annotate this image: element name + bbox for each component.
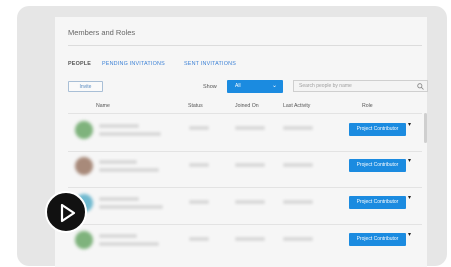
redacted-status bbox=[189, 126, 209, 130]
column-header-role[interactable]: Role bbox=[362, 103, 373, 109]
avatar bbox=[75, 231, 93, 249]
show-filter-select[interactable]: All ⌄ bbox=[227, 80, 283, 93]
video-play-button[interactable] bbox=[45, 191, 87, 233]
redacted-email bbox=[99, 168, 159, 172]
redacted-last-activity bbox=[283, 237, 313, 241]
search-icon[interactable] bbox=[417, 83, 424, 90]
row-divider bbox=[68, 151, 422, 152]
redacted-last-activity bbox=[283, 126, 313, 130]
redacted-name bbox=[99, 234, 137, 238]
tab-people[interactable]: PEOPLE bbox=[68, 61, 91, 67]
redacted-name bbox=[99, 124, 139, 128]
role-select-button[interactable]: Project Contributor bbox=[349, 196, 406, 209]
play-icon bbox=[60, 203, 76, 223]
chevron-down-icon: ⌄ bbox=[271, 83, 277, 89]
invite-button[interactable]: Invite bbox=[68, 81, 103, 92]
redacted-email bbox=[99, 205, 163, 209]
page-title: Members and Roles bbox=[68, 28, 136, 37]
chevron-down-icon[interactable]: ▾ bbox=[408, 194, 411, 201]
tab-sent-invitations[interactable]: SENT INVITATIONS bbox=[184, 61, 236, 67]
redacted-name bbox=[99, 197, 139, 201]
tab-pending-invitations[interactable]: PENDING INVITATIONS bbox=[102, 61, 165, 67]
role-select-button[interactable]: Project Contributor bbox=[349, 123, 406, 136]
row-divider bbox=[68, 224, 422, 225]
role-select-button[interactable]: Project Contributor bbox=[349, 159, 406, 172]
redacted-joined-on bbox=[235, 126, 265, 130]
redacted-status bbox=[189, 163, 209, 167]
redacted-joined-on bbox=[235, 200, 265, 204]
redacted-last-activity bbox=[283, 163, 313, 167]
role-select-button[interactable]: Project Contributor bbox=[349, 233, 406, 246]
show-filter-value: All bbox=[235, 83, 241, 89]
redacted-joined-on bbox=[235, 163, 265, 167]
search-input[interactable]: Search people by name bbox=[293, 80, 428, 92]
chevron-down-icon[interactable]: ▾ bbox=[408, 121, 411, 128]
table-scrollbar[interactable] bbox=[424, 113, 427, 143]
redacted-email bbox=[99, 242, 159, 246]
redacted-joined-on bbox=[235, 237, 265, 241]
redacted-name bbox=[99, 160, 137, 164]
title-divider bbox=[68, 45, 422, 46]
column-header-joined-on[interactable]: Joined On bbox=[235, 103, 259, 109]
chevron-down-icon[interactable]: ▾ bbox=[408, 231, 411, 238]
redacted-last-activity bbox=[283, 200, 313, 204]
row-divider bbox=[68, 187, 422, 188]
column-header-status[interactable]: Status bbox=[188, 103, 203, 109]
show-label: Show bbox=[203, 84, 217, 90]
column-header-name[interactable]: Name bbox=[96, 103, 110, 109]
redacted-status bbox=[189, 237, 209, 241]
avatar bbox=[75, 157, 93, 175]
redacted-email bbox=[99, 132, 161, 136]
chevron-down-icon[interactable]: ▾ bbox=[408, 157, 411, 164]
column-header-last-activity[interactable]: Last Activity bbox=[283, 103, 310, 109]
redacted-status bbox=[189, 200, 209, 204]
members-and-roles-card: Members and Roles PEOPLE PENDING INVITAT… bbox=[55, 17, 428, 267]
row-divider bbox=[68, 113, 422, 114]
avatar bbox=[75, 121, 93, 139]
